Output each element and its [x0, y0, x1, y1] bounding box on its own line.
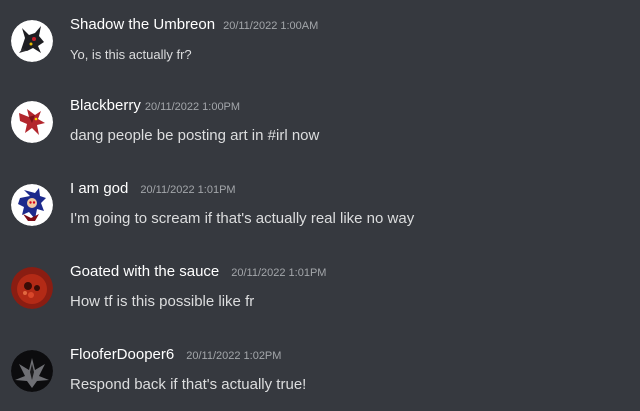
message-text: Respond back if that's actually true!	[70, 376, 307, 393]
message-text: I'm going to scream if that's actually r…	[70, 210, 415, 227]
chat-message: I am god 20/11/2022 1:01PM I'm going to s…	[0, 178, 640, 238]
chat-message: Shadow the Umbreon 20/11/2022 1:00AM Yo, …	[0, 14, 640, 74]
message-text: dang people be posting art in #irl now	[70, 127, 320, 144]
red-dragon-avatar-icon[interactable]	[11, 101, 53, 143]
chat-message: Blackberry 20/11/2022 1:00PM dang people …	[0, 95, 640, 155]
message-header: I am god 20/11/2022 1:01PM	[70, 180, 236, 198]
username[interactable]: Shadow the Umbreon	[70, 16, 215, 33]
chat-message-list: Shadow the Umbreon 20/11/2022 1:00AM Yo, …	[0, 0, 640, 411]
username[interactable]: Goated with the sauce	[70, 263, 219, 280]
dark-wings-avatar-icon[interactable]	[11, 350, 53, 392]
message-header: FlooferDooper6 20/11/2022 1:02PM	[70, 346, 281, 364]
timestamp: 20/11/2022 1:00PM	[144, 101, 241, 113]
timestamp: 20/11/2022 1:00AM	[223, 20, 319, 32]
message-header: Shadow the Umbreon 20/11/2022 1:00AM	[70, 16, 318, 34]
username[interactable]: I am god	[70, 180, 128, 197]
username[interactable]: Blackberry	[70, 97, 141, 114]
message-header: Goated with the sauce 20/11/2022 1:01PM	[70, 263, 326, 281]
chat-message: Goated with the sauce 20/11/2022 1:01PM H…	[0, 261, 640, 321]
chat-message: FlooferDooper6 20/11/2022 1:02PM Respond …	[0, 344, 640, 404]
message-header: Blackberry 20/11/2022 1:00PM	[70, 97, 240, 115]
username[interactable]: FlooferDooper6	[70, 346, 174, 363]
umbreon-avatar-icon[interactable]	[11, 20, 53, 62]
timestamp: 20/11/2022 1:02PM	[186, 350, 282, 362]
message-text: Yo, is this actually fr?	[70, 47, 192, 62]
timestamp: 20/11/2022 1:01PM	[140, 184, 236, 196]
sonic-exe-avatar-icon[interactable]	[11, 184, 53, 226]
red-blob-avatar-icon[interactable]	[11, 267, 53, 309]
timestamp: 20/11/2022 1:01PM	[231, 267, 327, 279]
message-text: How tf is this possible like fr	[70, 293, 255, 310]
